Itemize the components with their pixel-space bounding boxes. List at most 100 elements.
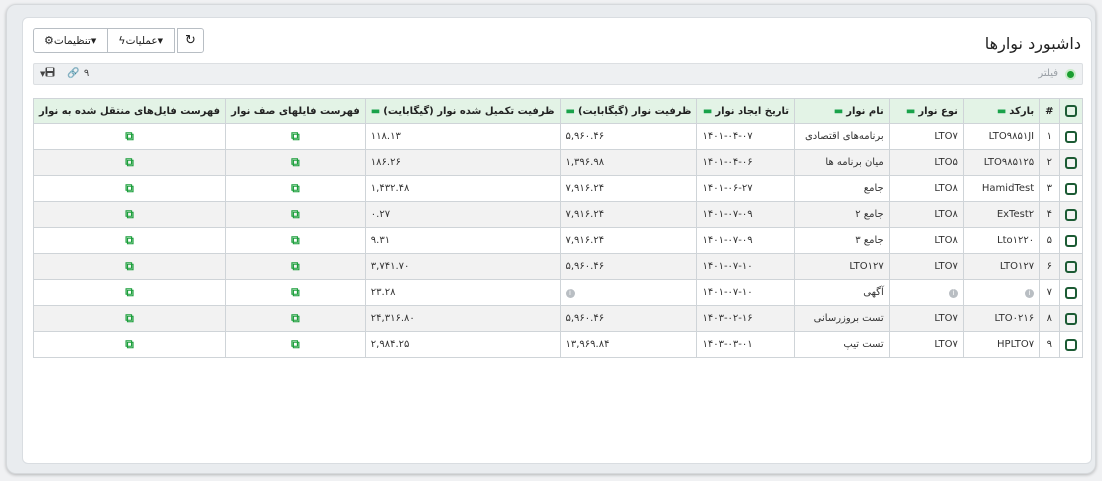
queue-files-link-cell[interactable]: ⧉	[225, 175, 366, 202]
column-header-capacity[interactable]: ظرفیت نوار (گیگابایت)▬	[559, 98, 698, 124]
external-link-icon[interactable]: ⧉	[291, 311, 300, 325]
checkbox-icon[interactable]	[1064, 234, 1077, 247]
row-index: ۷	[1039, 279, 1060, 306]
moved-files-link-cell[interactable]: ⧉	[32, 227, 227, 254]
link-icon[interactable]: 🔗	[67, 68, 79, 79]
moved-files-link-cell[interactable]: ⧉	[32, 253, 227, 280]
table-row[interactable]: ۹ HPLTO۷ LTO۷ تست تیپ ۱۴۰۳-۰۳-۰۱ ۱۳,۹۶۹.۸۴ ۲,۹…	[32, 331, 1084, 358]
external-link-icon[interactable]: ⧉	[291, 129, 300, 143]
external-link-icon[interactable]: ⧉	[291, 207, 300, 221]
external-link-icon[interactable]: ⧉	[125, 207, 134, 221]
sort-icon[interactable]: ▬	[703, 106, 712, 117]
row-checkbox-cell[interactable]	[1058, 305, 1084, 332]
row-checkbox-cell[interactable]	[1058, 279, 1084, 306]
queue-files-link-cell[interactable]: ⧉	[225, 331, 366, 358]
dashboard-window: داشبورد نوارها ▼ تنظیمات ⚙ ▼ عملیات ϟ ↻ …	[6, 4, 1096, 474]
column-header-used[interactable]: ظرفیت تکمیل شده نوار (گیگابایت)▬	[364, 98, 561, 124]
creation-date-cell: ۱۴۰۱-۰۴-۰۷	[696, 123, 795, 150]
checkbox-icon[interactable]	[1064, 156, 1077, 169]
barcode-cell: LTO۱۲۷	[962, 253, 1041, 280]
queue-files-link-cell[interactable]: ⧉	[225, 253, 366, 280]
external-link-icon[interactable]: ⧉	[125, 337, 134, 351]
table-row[interactable]: ۸ LTO۰۲۱۶ LTO۷ تست بروزرسانی ۱۴۰۳-۰۲-۱۶ ۵,۹۶۰…	[32, 305, 1084, 332]
checkbox-icon[interactable]	[1064, 182, 1077, 195]
external-link-icon[interactable]: ⧉	[291, 233, 300, 247]
row-index: ۸	[1039, 305, 1060, 332]
moved-files-link-cell[interactable]: ⧉	[32, 201, 227, 228]
table-row[interactable]: ۳ HamidTest LTO۸ جامع ۱۴۰۱-۰۶-۲۷ ۷,۹۱۶.۲۴ ۱,۴۳…	[32, 175, 1084, 202]
checkbox-icon[interactable]	[1064, 338, 1077, 351]
moved-files-link-cell[interactable]: ⧉	[32, 331, 227, 358]
sort-icon[interactable]: ▬	[566, 106, 575, 117]
table-row[interactable]: ۶ LTO۱۲۷ LTO۷ LTO۱۲۷ ۱۴۰۱-۰۷-۱۰ ۵,۹۶۰.۴۶ ۳,۷۴۱…	[32, 253, 1084, 280]
info-icon: i	[565, 289, 575, 298]
external-link-icon[interactable]: ⧉	[291, 181, 300, 195]
barcode-cell: LTO۹۸۵۱JI	[962, 123, 1041, 150]
sort-icon[interactable]: ▬	[906, 106, 915, 117]
row-checkbox-cell[interactable]	[1058, 175, 1084, 202]
table-row[interactable]: ۲ LTO۹۸۵۱۲۵ LTO۵ میان برنامه ها ۱۴۰۱-۰۴-۰۶ ۱,…	[32, 149, 1084, 176]
external-link-icon[interactable]: ⧉	[125, 311, 134, 325]
external-link-icon[interactable]: ⧉	[291, 285, 300, 299]
moved-files-link-cell[interactable]: ⧉	[32, 123, 227, 150]
table-row[interactable]: ۷ i i آگهی ۱۴۰۱-۰۷-۱۰ i ۲۳.۲۸ ⧉ ⧉	[32, 279, 1084, 306]
moved-files-link-cell[interactable]: ⧉	[32, 175, 227, 202]
tape-name-cell: برنامه‌های اقتصادی	[794, 123, 890, 150]
table-row[interactable]: ۵ Lto۱۲۲۰ LTO۸ جامع ۳ ۱۴۰۱-۰۷-۰۹ ۷,۹۱۶.۲۴ ۹.۳۱…	[32, 227, 1084, 254]
queue-files-link-cell[interactable]: ⧉	[225, 279, 366, 306]
column-header-date[interactable]: تاریخ ایجاد نوار▬	[696, 98, 795, 124]
table-row[interactable]: ۱ LTO۹۸۵۱JI LTO۷ برنامه‌های اقتصادی ۱۴۰۱-۰۴-…	[32, 123, 1084, 150]
row-checkbox-cell[interactable]	[1058, 227, 1084, 254]
external-link-icon[interactable]: ⧉	[125, 259, 134, 273]
queue-files-link-cell[interactable]: ⧉	[225, 149, 366, 176]
tape-type-cell: LTO۷	[888, 331, 964, 358]
queue-files-link-cell[interactable]: ⧉	[225, 305, 366, 332]
filter-bar: فیلتر ▼ 🔗 ۹	[33, 63, 1083, 85]
external-link-icon[interactable]: ⧉	[125, 285, 134, 299]
table-row[interactable]: ۴ ExTest۲ LTO۸ جامع ۲ ۱۴۰۱-۰۷-۰۹ ۷,۹۱۶.۲۴ ۰.۲۷…	[32, 201, 1084, 228]
checkbox-icon[interactable]	[1064, 260, 1077, 273]
checkbox-icon[interactable]	[1064, 105, 1077, 117]
sort-icon[interactable]: ▬	[834, 106, 843, 117]
select-all-checkbox-cell[interactable]	[1058, 98, 1084, 124]
external-link-icon[interactable]: ⧉	[125, 155, 134, 169]
queue-files-link-cell[interactable]: ⧉	[225, 227, 366, 254]
toolbar: ▼ تنظیمات ⚙ ▼ عملیات ϟ ↻	[33, 28, 204, 53]
row-checkbox-cell[interactable]	[1058, 149, 1084, 176]
refresh-button[interactable]: ↻	[177, 28, 204, 53]
capacity-cell: ۵,۹۶۰.۴۶	[559, 305, 698, 332]
column-header-type[interactable]: نوع نوار▬	[888, 98, 964, 124]
queue-files-link-cell[interactable]: ⧉	[225, 201, 366, 228]
external-link-icon[interactable]: ⧉	[291, 259, 300, 273]
external-link-icon[interactable]: ⧉	[291, 337, 300, 351]
external-link-icon[interactable]: ⧉	[125, 129, 134, 143]
queue-files-link-cell[interactable]: ⧉	[225, 123, 366, 150]
moved-files-link-cell[interactable]: ⧉	[32, 279, 227, 306]
checkbox-icon[interactable]	[1064, 286, 1077, 299]
save-menu-button[interactable]: ▼	[40, 67, 55, 80]
used-capacity-cell: ۲۴,۳۱۶.۸۰	[364, 305, 561, 332]
row-index: ۳	[1039, 175, 1060, 202]
row-checkbox-cell[interactable]	[1058, 201, 1084, 228]
external-link-icon[interactable]: ⧉	[125, 233, 134, 247]
info-icon: i	[1025, 289, 1035, 298]
checkbox-icon[interactable]	[1064, 312, 1077, 325]
operations-dropdown-button[interactable]: ▼ عملیات ϟ	[108, 28, 176, 53]
used-capacity-cell: ۲,۹۸۴.۲۵	[364, 331, 561, 358]
checkbox-icon[interactable]	[1064, 208, 1077, 221]
row-checkbox-cell[interactable]	[1058, 331, 1084, 358]
gear-icon: ⚙	[44, 34, 54, 47]
sort-icon[interactable]: ▬	[997, 106, 1006, 117]
column-header-barcode[interactable]: بارکد▬	[962, 98, 1041, 124]
checkbox-icon[interactable]	[1064, 130, 1077, 143]
column-header-name[interactable]: نام نوار▬	[794, 98, 890, 124]
settings-dropdown-button[interactable]: ▼ تنظیمات ⚙	[33, 28, 109, 53]
moved-files-link-cell[interactable]: ⧉	[32, 149, 227, 176]
row-checkbox-cell[interactable]	[1058, 253, 1084, 280]
sort-icon[interactable]: ▬	[371, 106, 380, 117]
moved-files-link-cell[interactable]: ⧉	[32, 305, 227, 332]
creation-date-cell: ۱۴۰۱-۰۷-۰۹	[696, 201, 795, 228]
row-checkbox-cell[interactable]	[1058, 123, 1084, 150]
external-link-icon[interactable]: ⧉	[291, 155, 300, 169]
external-link-icon[interactable]: ⧉	[125, 181, 134, 195]
